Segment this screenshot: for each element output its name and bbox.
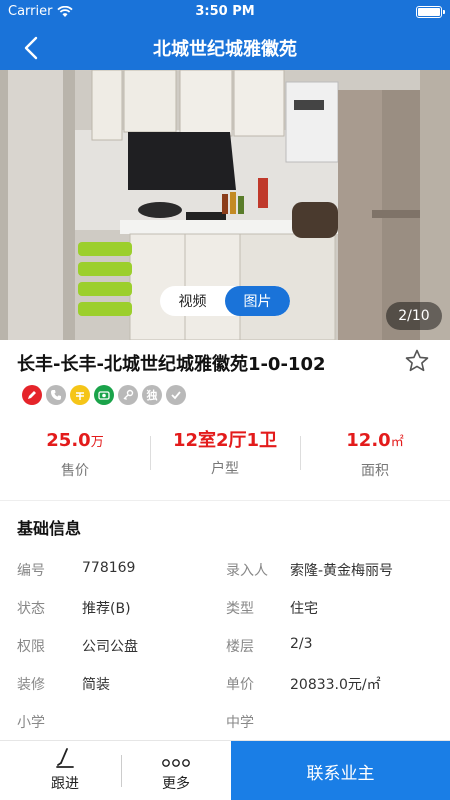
info-value: 2/3 (290, 636, 313, 652)
info-row: 状态 推荐(B) 类型 住宅 (0, 598, 450, 636)
follow-up-label: 跟进 (51, 776, 79, 792)
info-key: 单价 (226, 677, 254, 693)
area-label: 面积 (361, 463, 389, 479)
bottom-action-bar: 跟进 更多 联系业主 (0, 740, 450, 800)
price-value: 25.0 (46, 430, 91, 451)
coin-icon (70, 385, 90, 405)
info-key: 权限 (17, 639, 45, 655)
info-key: 编号 (17, 563, 45, 579)
photo-counter: 2/10 (386, 302, 442, 330)
basic-info-list: 编号 778169 录入人 索隆-黄金梅丽号 状态 推荐(B) 类型 住宅 权限… (0, 560, 450, 750)
info-key: 小学 (17, 715, 45, 731)
info-key: 类型 (226, 601, 254, 617)
listing-title: 长丰-长丰-北城世纪城雅徽苑1-0-102 (17, 354, 326, 375)
exclusive-icon: 独 (142, 385, 162, 405)
stat-area: 12.0㎡ 面积 (300, 428, 450, 488)
status-bar: Carrier 3:50 PM (0, 0, 450, 24)
info-value: 住宅 (290, 601, 318, 617)
stat-price: 25.0万 售价 (0, 428, 150, 488)
phone-icon (46, 385, 66, 405)
tab-video[interactable]: 视频 (160, 286, 225, 316)
info-value: 索隆-黄金梅丽号 (290, 563, 394, 579)
pencil-icon (22, 385, 42, 405)
layout-label: 户型 (211, 461, 239, 477)
layout-value: 12室2厅1卫 (172, 430, 278, 451)
section-divider (0, 500, 450, 501)
info-row: 编号 778169 录入人 索隆-黄金梅丽号 (0, 560, 450, 598)
info-value: 推荐(B) (82, 601, 131, 617)
contact-owner-button[interactable]: 联系业主 (231, 741, 450, 800)
info-value: 778169 (82, 560, 136, 576)
page-title: 北城世纪城雅徽苑 (153, 39, 297, 60)
price-unit: 万 (90, 435, 104, 450)
info-row: 装修 简装 单价 20833.0元/㎡ (0, 674, 450, 712)
camera-icon (94, 385, 114, 405)
section-title-basic-info: 基础信息 (17, 519, 82, 538)
key-stats: 25.0万 售价 12室2厅1卫 户型 12.0㎡ 面积 (0, 428, 450, 488)
check-icon (166, 385, 186, 405)
pen-icon (56, 748, 74, 768)
battery-icon (416, 6, 445, 18)
info-key: 录入人 (226, 563, 268, 579)
info-value: 公司公盘 (82, 639, 138, 655)
info-key: 中学 (226, 715, 254, 731)
info-key: 装修 (17, 677, 45, 693)
app-header: Carrier 3:50 PM 北城世纪城雅徽苑 (0, 0, 450, 70)
info-value: 20833.0元/㎡ (290, 677, 381, 693)
bottom-divider (121, 755, 122, 787)
media-type-toggle: 视频 图片 (160, 286, 290, 316)
feature-tags: 独 (22, 385, 186, 405)
tab-photos[interactable]: 图片 (225, 286, 290, 316)
more-button[interactable]: 更多 (131, 741, 221, 800)
more-label: 更多 (162, 776, 190, 792)
info-key: 状态 (17, 601, 45, 617)
area-value: 12.0 (346, 430, 391, 451)
stat-layout: 12室2厅1卫 户型 (150, 428, 300, 488)
price-label: 售价 (61, 463, 89, 479)
info-key: 楼层 (226, 639, 254, 655)
info-value: 简装 (82, 677, 110, 693)
star-outline-icon[interactable] (404, 348, 430, 374)
key-icon (118, 385, 138, 405)
status-time: 3:50 PM (195, 4, 255, 19)
follow-up-button[interactable]: 跟进 (20, 741, 110, 800)
more-dots-icon (162, 759, 190, 767)
nav-bar: 北城世纪城雅徽苑 (0, 24, 450, 70)
area-unit: ㎡ (390, 435, 404, 450)
info-row: 权限 公司公盘 楼层 2/3 (0, 636, 450, 674)
